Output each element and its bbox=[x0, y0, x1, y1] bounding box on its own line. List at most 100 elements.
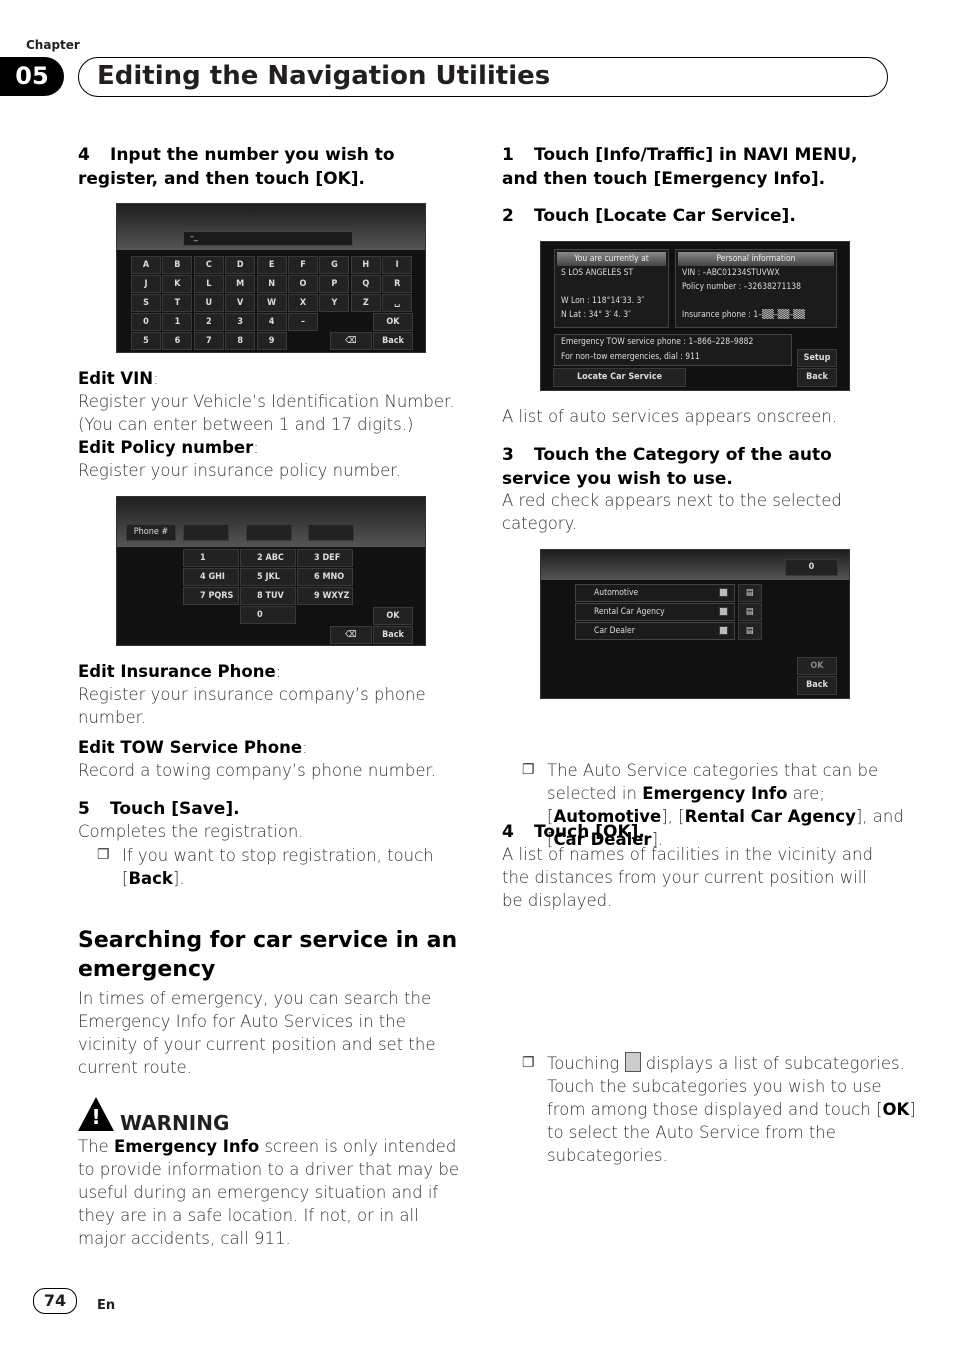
category-item[interactable]: Rental Car Agency bbox=[575, 603, 735, 621]
key[interactable]: K bbox=[162, 275, 193, 293]
key[interactable]: Y bbox=[319, 294, 350, 312]
key[interactable]: E bbox=[256, 256, 287, 274]
key[interactable]: J bbox=[131, 275, 161, 293]
phone-key[interactable]: 3 DEF bbox=[297, 549, 353, 567]
step-4-note: Touching displays a list of subcategorie… bbox=[522, 1052, 917, 1167]
warning-text: The Emergency Info screen is only intend… bbox=[78, 1137, 460, 1248]
phone-key[interactable]: 9 WXYZ bbox=[297, 587, 353, 605]
key[interactable]: V bbox=[225, 294, 256, 312]
phone-key[interactable]: 0 bbox=[240, 606, 296, 624]
key[interactable]: U bbox=[193, 294, 224, 312]
key[interactable]: D bbox=[225, 256, 256, 274]
phone-key[interactable]: 5 JKL bbox=[240, 568, 296, 586]
back-button[interactable]: Back bbox=[373, 626, 413, 644]
key[interactable]: A bbox=[131, 256, 161, 274]
page-number: 74 bbox=[33, 1288, 77, 1314]
key[interactable]: 4 bbox=[256, 313, 287, 331]
warning-title: WARNING bbox=[120, 1111, 230, 1135]
ok-button[interactable]: OK bbox=[373, 607, 413, 625]
key[interactable]: B bbox=[162, 256, 193, 274]
ok-button[interactable]: OK bbox=[373, 313, 413, 331]
step-5-text: Completes the registration. bbox=[78, 822, 304, 841]
subcategory-icon[interactable]: ▤ bbox=[738, 622, 762, 640]
key[interactable]: 5 bbox=[131, 332, 161, 350]
key[interactable]: ␣ bbox=[382, 294, 413, 312]
phone-field-3 bbox=[308, 524, 354, 541]
key[interactable]: M bbox=[225, 275, 256, 293]
key[interactable]: 9 bbox=[256, 332, 287, 350]
category-checkbox[interactable] bbox=[719, 626, 728, 635]
phone-key[interactable]: 1 bbox=[183, 549, 239, 567]
personal-info-panel: Personal information VIN : –ABC01234STUV… bbox=[675, 249, 837, 328]
setup-button[interactable]: Setup bbox=[797, 349, 837, 367]
subcategory-icon[interactable]: ▤ bbox=[738, 584, 762, 602]
category-checkbox[interactable] bbox=[719, 607, 728, 616]
phone-key[interactable]: 6 MNO bbox=[297, 568, 353, 586]
key[interactable]: T bbox=[162, 294, 193, 312]
non-tow-info: For non–tow emergencies, dial : 911 bbox=[561, 352, 700, 362]
tow-phone: Emergency TOW service phone : 1–866–228–… bbox=[561, 337, 754, 347]
language-label: En bbox=[97, 1298, 116, 1313]
edit-vin-desc: Edit VIN: Register your Vehicle’s Identif… bbox=[78, 369, 455, 480]
backspace-button[interactable]: ⌫ bbox=[330, 332, 372, 350]
street: S LOS ANGELES ST bbox=[561, 268, 634, 278]
manual-page: Chapter 05 Editing the Navigation Utilit… bbox=[0, 0, 954, 1352]
key[interactable]: L bbox=[193, 275, 224, 293]
key[interactable]: H bbox=[350, 256, 381, 274]
back-button[interactable]: Back bbox=[797, 676, 837, 695]
step-4-text: A list of names of facilities in the vic… bbox=[502, 845, 873, 910]
key[interactable]: P bbox=[319, 275, 350, 293]
chapter-number: 05 bbox=[0, 57, 64, 96]
ok-button[interactable]: OK bbox=[797, 657, 837, 675]
locate-car-service-button[interactable]: Locate Car Service bbox=[553, 368, 686, 387]
key[interactable]: 3 bbox=[225, 313, 256, 331]
phone-field-1 bbox=[183, 524, 229, 541]
r-step-3-heading: 3 Touch the Category of the auto service … bbox=[502, 445, 832, 489]
back-button[interactable]: Back bbox=[797, 368, 837, 387]
back-button[interactable]: Back bbox=[373, 332, 413, 350]
key[interactable]: S bbox=[131, 294, 161, 312]
key[interactable]: N bbox=[256, 275, 287, 293]
key[interactable]: W bbox=[256, 294, 287, 312]
key[interactable]: 2 bbox=[193, 313, 224, 331]
key[interactable]: I bbox=[382, 256, 413, 274]
category-screenshot: 0 OK Back Automotive ▤ Rental Car Agency ▤ C… bbox=[540, 549, 850, 699]
selected-count: 0 bbox=[785, 559, 838, 576]
key[interactable]: C bbox=[193, 256, 224, 274]
key[interactable]: G bbox=[319, 256, 350, 274]
subcategory-icon[interactable]: ▤ bbox=[738, 603, 762, 621]
phone-key[interactable]: 7 PQRS bbox=[183, 587, 239, 605]
key[interactable]: R bbox=[382, 275, 413, 293]
key[interactable]: Q bbox=[350, 275, 381, 293]
section-text: In times of emergency, you can search th… bbox=[78, 989, 436, 1077]
r-step-1-heading: 1 Touch [Info/Traffic] in NAVI MENU, and … bbox=[502, 145, 858, 189]
insurance-phone: Insurance phone : 1–▒▒–▒▒–▒▒ bbox=[682, 310, 805, 320]
key[interactable]: – bbox=[288, 313, 318, 331]
key[interactable]: 6 bbox=[162, 332, 193, 350]
key[interactable]: 8 bbox=[225, 332, 256, 350]
category-checkbox[interactable] bbox=[719, 588, 728, 597]
vin-input: –_ bbox=[183, 231, 353, 246]
key[interactable]: F bbox=[288, 256, 318, 274]
phone-field-2 bbox=[246, 524, 292, 541]
backspace-button[interactable]: ⌫ bbox=[330, 626, 372, 644]
phone-key[interactable]: 2 ABC bbox=[240, 549, 296, 567]
key[interactable]: Z bbox=[350, 294, 381, 312]
key[interactable]: 7 bbox=[193, 332, 224, 350]
step-4-heading: 4 Input the number you wish to register, … bbox=[78, 145, 395, 189]
tow-panel: Emergency TOW service phone : 1–866–228–… bbox=[554, 334, 792, 366]
category-item[interactable]: Car Dealer bbox=[575, 622, 735, 640]
policy-value: Policy number : –32638271138 bbox=[682, 282, 802, 292]
key[interactable]: 1 bbox=[162, 313, 193, 331]
phone-key[interactable]: 8 TUV bbox=[240, 587, 296, 605]
phone-key[interactable]: 4 GHI bbox=[183, 568, 239, 586]
subcategory-icon bbox=[624, 1052, 641, 1072]
key[interactable]: O bbox=[288, 275, 318, 293]
chapter-label: Chapter bbox=[26, 38, 80, 52]
r-step-2-heading: 2 Touch [Locate Car Service]. bbox=[502, 206, 796, 226]
key[interactable]: 0 bbox=[131, 313, 161, 331]
category-item[interactable]: Automotive bbox=[575, 584, 735, 602]
latitude: N Lat : 34° 3′ 4. 3″ bbox=[561, 310, 631, 320]
key[interactable]: X bbox=[288, 294, 318, 312]
emergency-info-screenshot: You are currently at S LOS ANGELES ST W … bbox=[540, 241, 850, 391]
